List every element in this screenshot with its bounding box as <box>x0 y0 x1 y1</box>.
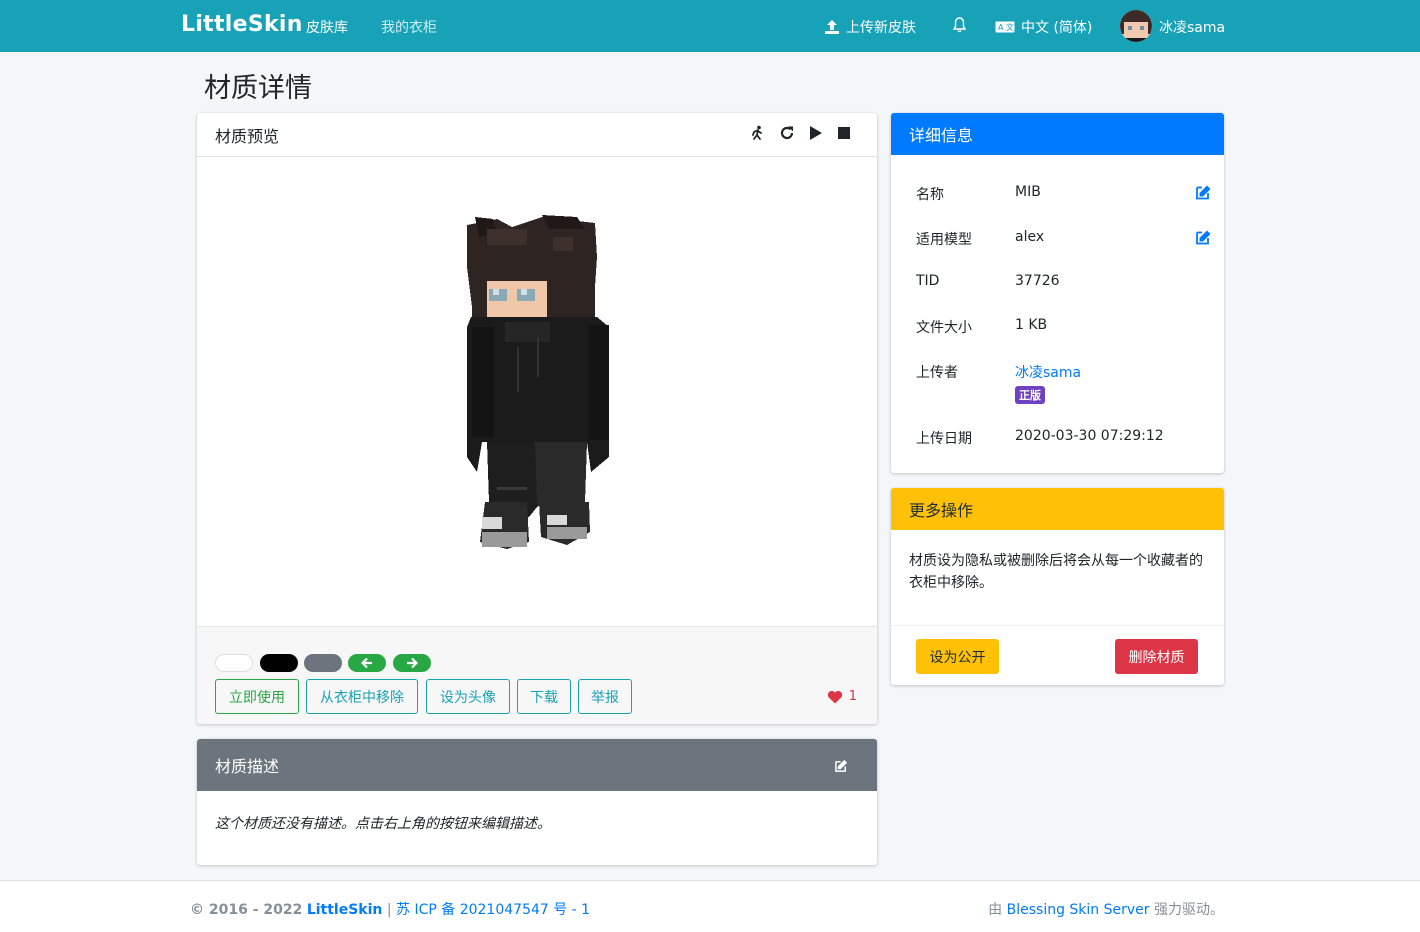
upload-link[interactable]: 上传新皮肤 <box>824 17 916 37</box>
premium-badge: 正版 <box>1015 386 1045 404</box>
upload-icon <box>825 20 839 34</box>
uploader-label: 上传者 <box>916 365 958 381</box>
preview-title: 材质预览 <box>215 126 280 146</box>
arrow-left-icon <box>361 657 372 669</box>
heart-icon <box>827 690 842 703</box>
description-header: 材质描述 <box>197 739 877 791</box>
bell-icon <box>952 17 967 33</box>
preview-footer: 立即使用 从衣柜中移除 设为头像 下载 举报 1 <box>197 626 877 724</box>
skin-model-image <box>467 215 609 549</box>
upload-label: 上传新皮肤 <box>846 20 916 36</box>
set-public-button[interactable]: 设为公开 <box>916 639 999 674</box>
page-footer: © 2016 - 2022 LittleSkin | 苏 ICP 备 20210… <box>0 880 1420 932</box>
svg-text:A: A <box>998 23 1004 32</box>
footer-copyright: © 2016 - 2022 LittleSkin | 苏 ICP 备 20210… <box>190 899 590 919</box>
details-card: 详细信息 名称 MIB 适用模型 alex TID 37726 文件大小 1 K… <box>891 113 1224 473</box>
run-icon[interactable] <box>749 125 765 141</box>
nav-my-closet[interactable]: 我的衣柜 <box>381 17 437 37</box>
more-actions-title: 更多操作 <box>909 501 974 520</box>
footer-separator: | <box>386 902 392 918</box>
remove-from-closet-button[interactable]: 从衣柜中移除 <box>306 679 418 714</box>
likes-count: 1 <box>848 689 857 704</box>
powered-suffix: 强力驱动。 <box>1154 902 1224 918</box>
blessing-skin-link[interactable]: Blessing Skin Server <box>1007 902 1150 918</box>
more-actions-header: 更多操作 <box>891 488 1224 530</box>
details-title: 详细信息 <box>909 126 974 145</box>
name-value: MIB <box>1015 184 1041 200</box>
model-label: 适用模型 <box>916 232 972 248</box>
icp-link[interactable]: 苏 ICP 备 2021047547 号 - 1 <box>396 902 590 918</box>
set-avatar-button[interactable]: 设为头像 <box>426 679 510 714</box>
report-button[interactable]: 举报 <box>578 679 632 714</box>
language-icon: A 文 <box>995 21 1015 33</box>
more-actions-text: 材质设为隐私或被删除后将会从每一个收藏者的衣柜中移除。 <box>909 553 1203 591</box>
avatar[interactable] <box>1120 10 1152 42</box>
details-header: 详细信息 <box>891 113 1224 155</box>
black-background-toggle[interactable] <box>260 654 298 672</box>
download-button[interactable]: 下载 <box>517 679 571 714</box>
copyright-years: © 2016 - 2022 <box>190 902 303 918</box>
brand-logo[interactable]: LittleSkin <box>181 12 303 37</box>
skin-viewer[interactable] <box>197 157 877 626</box>
rotate-icon[interactable] <box>779 125 795 141</box>
play-icon[interactable] <box>809 125 823 141</box>
description-title: 材质描述 <box>215 757 280 776</box>
previous-background-button[interactable] <box>348 654 386 672</box>
arrow-right-icon <box>407 657 418 669</box>
delete-texture-button[interactable]: 删除材质 <box>1115 639 1198 674</box>
file-size-value: 1 KB <box>1015 317 1048 333</box>
tid-label: TID <box>916 273 940 289</box>
page-title: 材质详情 <box>204 73 312 104</box>
user-menu[interactable]: 冰凌sama <box>1159 17 1225 37</box>
language-selector[interactable]: A 文 中文 (简体) <box>995 17 1092 37</box>
svg-text:文: 文 <box>1006 22 1014 32</box>
description-text: 这个材质还没有描述。点击右上角的按钮来编辑描述。 <box>215 816 551 832</box>
file-size-label: 文件大小 <box>916 320 972 336</box>
more-actions-footer: 设为公开 删除材质 <box>891 625 1224 685</box>
upload-date-value: 2020-03-30 07:29:12 <box>1015 428 1164 444</box>
description-card: 材质描述 这个材质还没有描述。点击右上角的按钮来编辑描述。 <box>197 739 877 865</box>
more-actions-card: 更多操作 材质设为隐私或被删除后将会从每一个收藏者的衣柜中移除。 设为公开 删除… <box>891 488 1224 685</box>
edit-model-icon[interactable] <box>1195 229 1212 245</box>
nav-skin-library[interactable]: 皮肤库 <box>306 17 348 37</box>
preview-toolbar <box>749 125 851 141</box>
white-background-toggle[interactable] <box>215 654 253 672</box>
uploader-link[interactable]: 冰凌sama <box>1015 362 1081 382</box>
footer-brand-link[interactable]: LittleSkin <box>307 902 383 918</box>
use-now-button[interactable]: 立即使用 <box>215 679 299 714</box>
edit-description-icon[interactable] <box>834 758 849 773</box>
edit-name-icon[interactable] <box>1195 184 1212 200</box>
language-label: 中文 (简体) <box>1021 20 1093 36</box>
model-value: alex <box>1015 229 1045 245</box>
preview-card: 材质预览 立即使用 从衣柜中移除 设为头像 下载 举报 1 <box>197 113 877 724</box>
powered-prefix: 由 <box>988 902 1003 918</box>
likes-counter: 1 <box>827 689 857 704</box>
stop-icon[interactable] <box>837 126 851 140</box>
tid-value: 37726 <box>1015 273 1060 289</box>
next-background-button[interactable] <box>393 654 431 672</box>
footer-powered-by: 由 Blessing Skin Server 强力驱动。 <box>988 899 1224 919</box>
top-navbar: LittleSkin 皮肤库 我的衣柜 上传新皮肤 A 文 中文 (简体) 冰凌… <box>0 0 1420 52</box>
name-label: 名称 <box>916 187 944 203</box>
upload-date-label: 上传日期 <box>916 431 972 447</box>
notifications-button[interactable] <box>952 17 967 33</box>
gray-background-toggle[interactable] <box>304 654 342 672</box>
